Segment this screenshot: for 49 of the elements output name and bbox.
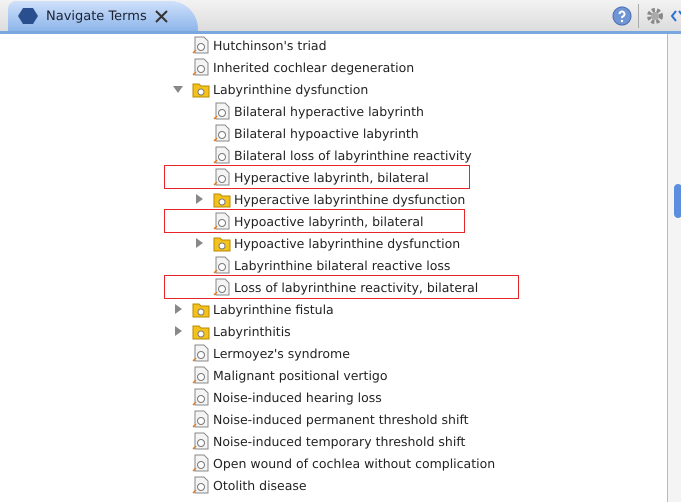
expand-arrow-icon[interactable]: [172, 303, 184, 315]
collapse-arrow-icon[interactable]: [172, 83, 184, 95]
tree-item[interactable]: Labyrinthine bilateral reactive loss: [234, 258, 450, 272]
expand-arrow-icon[interactable]: [193, 193, 205, 205]
document-icon: [192, 432, 210, 450]
document-icon: [213, 278, 231, 296]
document-icon: [192, 344, 210, 362]
help-icon[interactable]: [612, 6, 632, 26]
document-icon: [213, 168, 231, 186]
document-icon: [192, 410, 210, 428]
hexagon-icon: [18, 6, 38, 26]
tree-item[interactable]: Labyrinthitis: [213, 324, 291, 338]
document-icon: [213, 124, 231, 142]
document-icon: [213, 212, 231, 230]
tree-item[interactable]: Lermoyez's syndrome: [213, 346, 350, 360]
expand-arrow-icon[interactable]: [193, 237, 205, 249]
document-icon: [192, 476, 210, 494]
document-icon: [192, 388, 210, 406]
tree-item[interactable]: Labyrinthine fistula: [213, 302, 334, 316]
document-icon: [213, 256, 231, 274]
tree-item[interactable]: Bilateral hyperactive labyrinth: [234, 104, 424, 118]
tree-item[interactable]: Noise-induced permanent threshold shift: [213, 412, 469, 426]
document-icon: [192, 36, 210, 54]
document-icon: [192, 454, 210, 472]
tree-item[interactable]: Malignant positional vertigo: [213, 368, 388, 382]
document-icon: [213, 102, 231, 120]
settings-icon[interactable]: [645, 6, 665, 26]
close-icon[interactable]: [154, 10, 168, 22]
tree-item[interactable]: Hypoactive labyrinth, bilateral: [234, 214, 424, 228]
view-tab[interactable]: Navigate Terms: [8, 1, 198, 31]
tree-item[interactable]: Inherited cochlear degeneration: [213, 60, 414, 74]
code-icon[interactable]: [671, 8, 681, 24]
document-icon: [192, 58, 210, 76]
tree-item[interactable]: Noise-induced hearing loss: [213, 390, 382, 404]
tree-item[interactable]: Hyperactive labyrinth, bilateral: [234, 170, 429, 184]
tree-item[interactable]: Hyperactive labyrinthine dysfunction: [234, 192, 466, 206]
tree-item[interactable]: Hypoactive labyrinthine dysfunction: [234, 236, 460, 250]
tree-item[interactable]: Loss of labyrinthine reactivity, bilateral: [234, 280, 478, 294]
tree-item[interactable]: Labyrinthine dysfunction: [213, 82, 368, 96]
tree-item[interactable]: Hutchinson's triad: [213, 38, 327, 52]
tree-item[interactable]: Bilateral loss of labyrinthine reactivity: [234, 148, 472, 162]
expand-arrow-icon[interactable]: [172, 325, 184, 337]
document-icon: [192, 366, 210, 384]
document-icon: [213, 146, 231, 164]
tree-item[interactable]: Noise-induced temporary threshold shift: [213, 434, 466, 448]
scrollbar[interactable]: [667, 34, 681, 502]
tree-item[interactable]: Otolith disease: [213, 478, 307, 492]
tree-item[interactable]: Open wound of cochlea without complication: [213, 456, 496, 470]
tree-item[interactable]: Bilateral hypoactive labyrinth: [234, 126, 419, 140]
